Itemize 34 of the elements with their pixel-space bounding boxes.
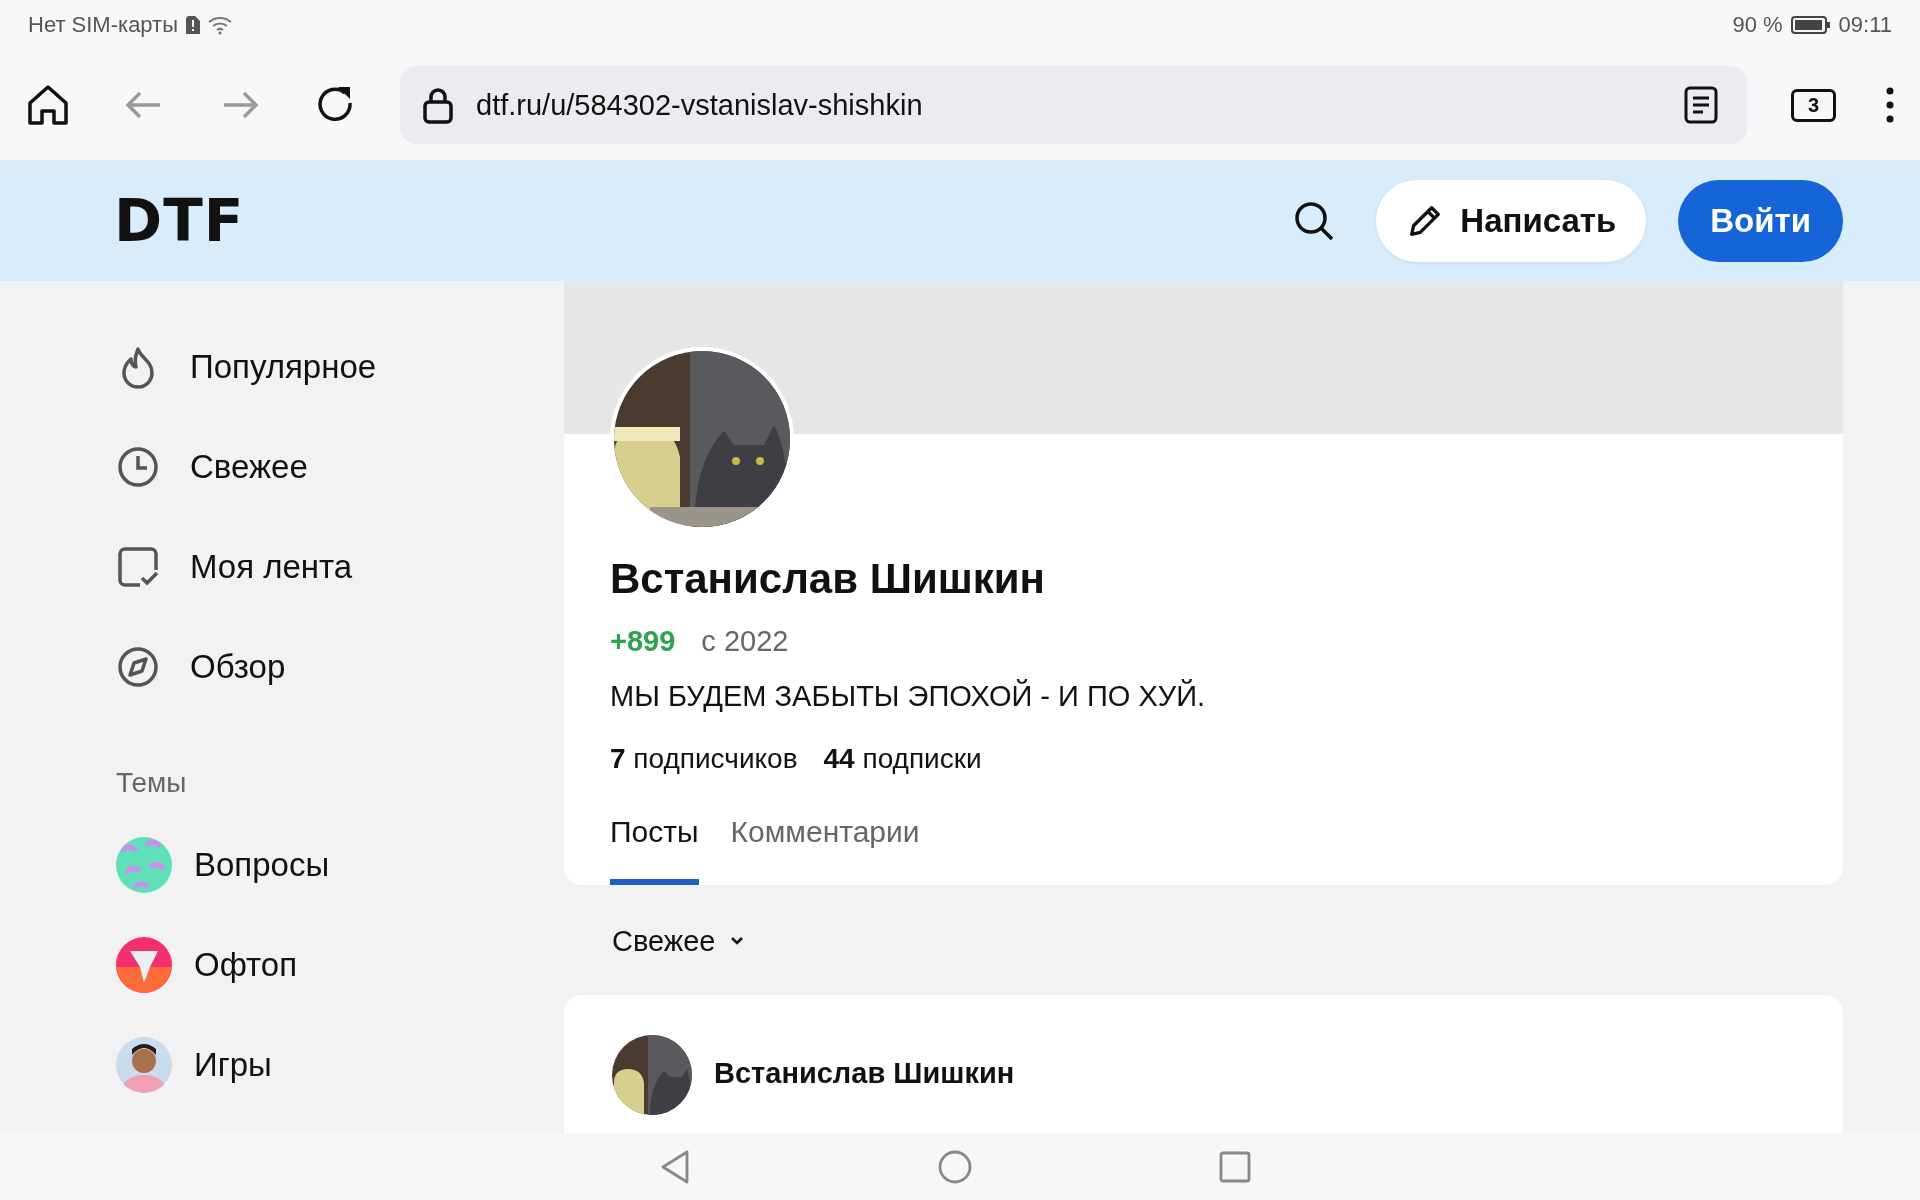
- sidebar-item[interactable]: Вопросы: [116, 815, 564, 915]
- profile-bio: МЫ БУДЕМ ЗАБЫТЫ ЭПОХОЙ - И ПО ХУЙ.: [610, 680, 1207, 713]
- login-button[interactable]: Войти: [1678, 180, 1843, 262]
- address-bar[interactable]: dtf.ru/u/584302-vstanislav-shishkin: [400, 66, 1747, 144]
- followers-link[interactable]: 7 подписчиков: [610, 743, 798, 775]
- sort-dropdown[interactable]: Свежее: [612, 919, 748, 963]
- sidebar-item[interactable]: Игры: [116, 1015, 564, 1115]
- wifi-icon: [208, 15, 234, 35]
- battery-icon: [1790, 15, 1831, 35]
- tab-count-button[interactable]: 3: [1790, 88, 1836, 122]
- battery-percent: 90 %: [1732, 12, 1783, 38]
- post-author[interactable]: Встанислав Шишкин: [714, 1057, 1015, 1090]
- checked-frame-icon: [116, 545, 160, 589]
- section-heading: Темы: [116, 766, 188, 800]
- profile-name: Встанислав Шишкин: [610, 555, 1046, 603]
- clock-icon: [116, 445, 160, 489]
- profile-tab[interactable]: Комментарии: [730, 807, 920, 885]
- rating-score: +899: [610, 625, 676, 658]
- sidebar-item[interactable]: Обзор: [116, 617, 564, 717]
- following-link[interactable]: 44 подписки: [823, 743, 982, 775]
- sim-alert-icon: [186, 16, 200, 34]
- sidebar-item[interactable]: Моя лента: [116, 517, 564, 617]
- lock-icon: [422, 85, 454, 125]
- sidebar-item[interactable]: Популярное: [116, 317, 564, 417]
- carrier-text: Нет SIM-карты: [28, 12, 178, 38]
- clock-time: 09:11: [1838, 12, 1892, 38]
- member-since: с 2022: [701, 625, 789, 658]
- reader-mode-icon[interactable]: [1682, 85, 1719, 125]
- sidebar-item[interactable]: Офтоп: [116, 915, 564, 1015]
- write-button[interactable]: Написать: [1376, 180, 1647, 262]
- sidebar-item[interactable]: Свежее: [116, 417, 564, 517]
- compass-icon: [116, 645, 160, 689]
- site-logo[interactable]: DTF: [114, 187, 245, 255]
- profile-tab[interactable]: Посты: [610, 807, 699, 885]
